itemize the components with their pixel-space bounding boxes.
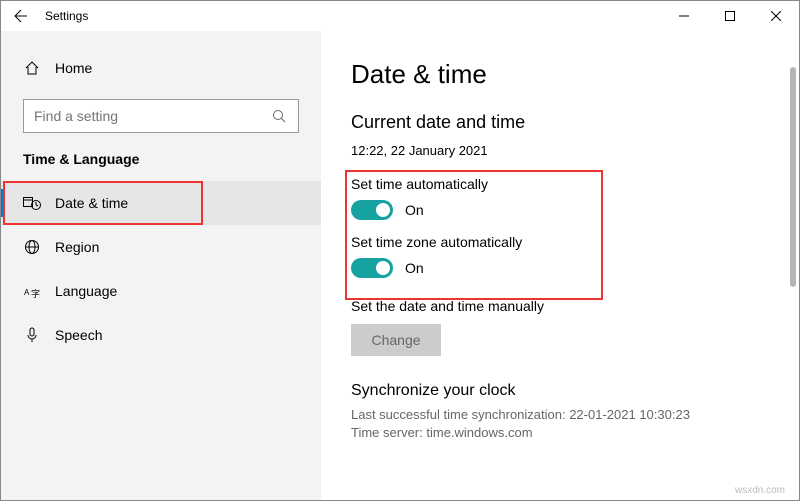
minimize-button[interactable] — [661, 1, 707, 31]
auto-time-label: Set time automatically — [351, 176, 769, 192]
sync-title: Synchronize your clock — [351, 382, 769, 400]
auto-time-toggle[interactable] — [351, 200, 393, 220]
maximize-button[interactable] — [707, 1, 753, 31]
close-icon — [771, 11, 781, 21]
auto-time-block: Set time automatically On — [351, 176, 769, 220]
sidebar-item-language[interactable]: A字 Language — [1, 269, 321, 313]
titlebar-left: Settings — [1, 1, 88, 31]
search-input[interactable] — [34, 108, 263, 124]
body: Home Time & Language Date & time Region — [1, 31, 799, 500]
sidebar-item-date-time[interactable]: Date & time — [1, 181, 321, 225]
home-label: Home — [55, 60, 92, 76]
titlebar: Settings — [1, 1, 799, 31]
sidebar-item-region[interactable]: Region — [1, 225, 321, 269]
sidebar-item-label: Speech — [55, 327, 102, 343]
close-button[interactable] — [753, 1, 799, 31]
sync-last: Last successful time synchronization: 22… — [351, 406, 769, 424]
main-content: Date & time Current date and time 12:22,… — [321, 31, 799, 500]
home-icon — [23, 59, 41, 77]
svg-text:字: 字 — [31, 288, 40, 299]
back-button[interactable] — [1, 1, 41, 31]
auto-tz-toggle[interactable] — [351, 258, 393, 278]
minimize-icon — [679, 11, 689, 21]
svg-text:A: A — [24, 288, 30, 297]
microphone-icon — [23, 326, 41, 344]
window-controls — [661, 1, 799, 31]
settings-window: Settings Home Time & Language — [0, 0, 800, 501]
sidebar-item-label: Date & time — [55, 195, 128, 211]
page-title: Date & time — [351, 59, 769, 90]
category-header: Time & Language — [1, 151, 321, 181]
clock-calendar-icon — [23, 194, 41, 212]
search-box[interactable] — [23, 99, 299, 133]
search-icon — [270, 107, 288, 125]
auto-tz-label: Set time zone automatically — [351, 234, 769, 250]
sidebar-item-label: Language — [55, 283, 117, 299]
maximize-icon — [725, 11, 735, 21]
sidebar: Home Time & Language Date & time Region — [1, 31, 321, 500]
language-icon: A字 — [23, 282, 41, 300]
window-title: Settings — [45, 9, 88, 23]
globe-icon — [23, 238, 41, 256]
auto-tz-state: On — [405, 260, 424, 276]
search-wrap — [23, 99, 299, 133]
current-datetime: 12:22, 22 January 2021 — [351, 143, 769, 158]
watermark: wsxdn.com — [735, 485, 785, 496]
sync-server: Time server: time.windows.com — [351, 424, 769, 442]
auto-time-state: On — [405, 202, 424, 218]
manual-label: Set the date and time manually — [351, 298, 769, 314]
change-button[interactable]: Change — [351, 324, 441, 356]
scrollthumb[interactable] — [790, 67, 796, 287]
section-current: Current date and time — [351, 112, 769, 133]
sidebar-item-speech[interactable]: Speech — [1, 313, 321, 357]
nav-list: Date & time Region A字 Language Speech — [1, 181, 321, 357]
home-button[interactable]: Home — [1, 49, 321, 87]
back-arrow-icon — [13, 8, 29, 24]
scrollbar[interactable] — [789, 67, 797, 496]
sidebar-item-label: Region — [55, 239, 99, 255]
auto-settings-group: Set time automatically On Set time zone … — [351, 176, 769, 278]
auto-tz-block: Set time zone automatically On — [351, 234, 769, 278]
